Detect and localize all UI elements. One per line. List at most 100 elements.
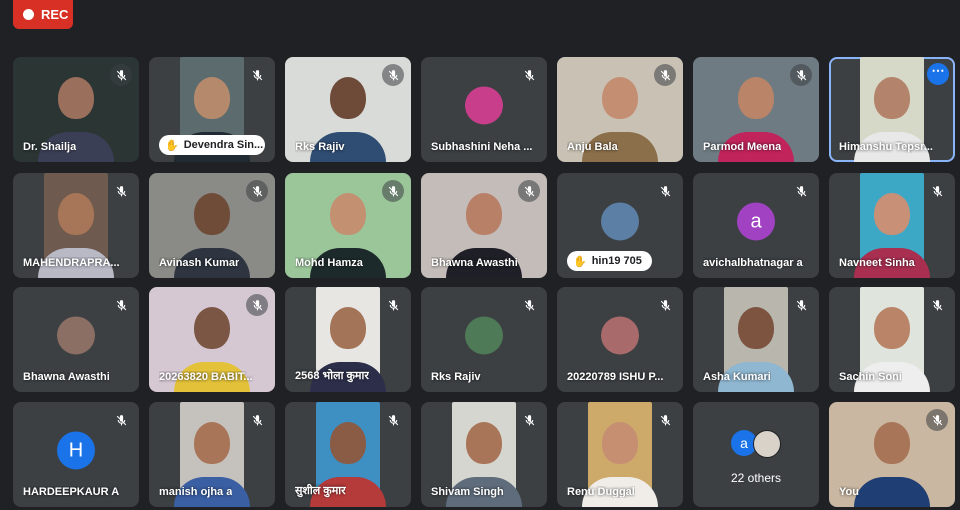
participant-tile[interactable]: a avichalbhatnagar a [693, 173, 819, 278]
participant-avatar [465, 315, 503, 354]
participant-tile[interactable]: ✋ Devendra Sin... [149, 57, 275, 162]
participant-tile[interactable]: a 22 others [693, 402, 819, 507]
mic-off-icon [246, 409, 268, 431]
mic-off-icon [382, 409, 404, 431]
participant-name: 2568 भोला कुमार [295, 370, 369, 382]
participant-name: Sachin Soni [839, 371, 902, 383]
mic-off-icon [654, 294, 676, 316]
participant-tile[interactable]: Navneet Sinha [829, 173, 955, 278]
participant-name-pill: ✋ hin19 705 [567, 251, 652, 271]
participant-face [466, 193, 502, 235]
mic-off-icon [110, 180, 132, 202]
participant-name: manish ojha a [159, 486, 233, 498]
participant-name: Devendra Sin... [183, 139, 264, 151]
participant-tile[interactable]: manish ojha a [149, 402, 275, 507]
participant-tile[interactable]: 20263820 BABIT... [149, 287, 275, 392]
mic-off-icon [382, 180, 404, 202]
participant-avatar [601, 201, 639, 240]
mic-off-icon [518, 64, 540, 86]
participant-avatar [601, 315, 639, 354]
participant-name: Avinash Kumar [159, 257, 240, 269]
participant-name: Bhawna Awasthi [431, 257, 518, 269]
participant-name: hin19 705 [591, 255, 642, 267]
participant-face [602, 77, 638, 119]
participant-tile[interactable]: Anju Bala [557, 57, 683, 162]
participant-name: Navneet Sinha [839, 257, 915, 269]
mic-off-icon [246, 180, 268, 202]
participant-tile[interactable]: Sachin Soni [829, 287, 955, 392]
participant-avatar: H [57, 430, 95, 469]
participant-tile[interactable]: You [829, 402, 955, 507]
participant-tile[interactable]: Himanshu Tepsr... ⋯ [829, 57, 955, 162]
participant-face [330, 307, 366, 349]
participant-name: Parmod Meena [703, 141, 782, 153]
participant-name: Shivam Singh [431, 486, 504, 498]
mic-off-icon [246, 294, 268, 316]
participant-face [330, 193, 366, 235]
mic-off-icon [382, 294, 404, 316]
participant-name: You [839, 486, 859, 498]
participant-face [874, 193, 910, 235]
participant-tile[interactable]: Shivam Singh [421, 402, 547, 507]
participant-face [58, 193, 94, 235]
participant-face [874, 77, 910, 119]
participant-face [194, 193, 230, 235]
mic-off-icon [518, 294, 540, 316]
participant-face [738, 307, 774, 349]
participant-face [194, 422, 230, 464]
participant-name: Anju Bala [567, 141, 618, 153]
mic-off-icon [246, 64, 268, 86]
participant-name: 20263820 BABIT... [159, 371, 253, 383]
participant-tile[interactable]: Renu Duggal [557, 402, 683, 507]
participant-name: Dr. Shailja [23, 141, 77, 153]
participant-tile[interactable]: Rks Rajiv [421, 287, 547, 392]
others-avatar-stack: a [731, 430, 783, 458]
mic-off-icon [926, 294, 948, 316]
participant-tile[interactable]: सुशील कुमार [285, 402, 411, 507]
participant-name: 20220789 ISHU P... [567, 371, 664, 383]
participant-tile[interactable]: Asha Kumari [693, 287, 819, 392]
participant-tile[interactable]: Avinash Kumar [149, 173, 275, 278]
participant-face [330, 422, 366, 464]
more-options-icon[interactable]: ⋯ [927, 63, 949, 85]
participant-face [330, 77, 366, 119]
participant-tile[interactable]: ✋ hin19 705 [557, 173, 683, 278]
participant-tile[interactable]: Rks Rajiv [285, 57, 411, 162]
others-avatar [753, 430, 781, 458]
participant-tile[interactable]: 20220789 ISHU P... [557, 287, 683, 392]
participant-tile[interactable]: Parmod Meena [693, 57, 819, 162]
mic-off-icon [110, 64, 132, 86]
mic-off-icon [926, 180, 948, 202]
participant-name: MAHENDRAPRA... [23, 257, 120, 269]
participant-avatar [57, 315, 95, 354]
mic-off-icon [790, 180, 812, 202]
participant-tile[interactable]: Mohd Hamza [285, 173, 411, 278]
participant-tile[interactable]: MAHENDRAPRA... [13, 173, 139, 278]
participant-name: Rks Rajiv [295, 141, 345, 153]
mic-off-icon [926, 409, 948, 431]
mic-off-icon [382, 64, 404, 86]
participant-name: Mohd Hamza [295, 257, 363, 269]
participant-avatar [465, 85, 503, 124]
participant-tile[interactable]: Dr. Shailja [13, 57, 139, 162]
mic-off-icon [790, 294, 812, 316]
hand-raised-icon: ✋ [165, 139, 179, 152]
participant-tile[interactable]: Subhashini Neha ... [421, 57, 547, 162]
participant-name: avichalbhatnagar a [703, 257, 803, 269]
participant-name: Renu Duggal [567, 486, 635, 498]
participant-name: Subhashini Neha ... [431, 141, 533, 153]
mic-off-icon [654, 180, 676, 202]
participant-tile[interactable]: H HARDEEPKAUR A [13, 402, 139, 507]
mic-off-icon [654, 64, 676, 86]
participant-tile[interactable]: 2568 भोला कुमार [285, 287, 411, 392]
mic-off-icon [518, 409, 540, 431]
participant-face [466, 422, 502, 464]
participant-avatar: a [737, 201, 775, 240]
others-count[interactable]: 22 others [693, 471, 819, 485]
participant-tile[interactable]: Bhawna Awasthi [13, 287, 139, 392]
mic-off-icon [110, 409, 132, 431]
participant-face [194, 77, 230, 119]
participant-face [874, 307, 910, 349]
participant-tile[interactable]: Bhawna Awasthi [421, 173, 547, 278]
participant-face [58, 77, 94, 119]
